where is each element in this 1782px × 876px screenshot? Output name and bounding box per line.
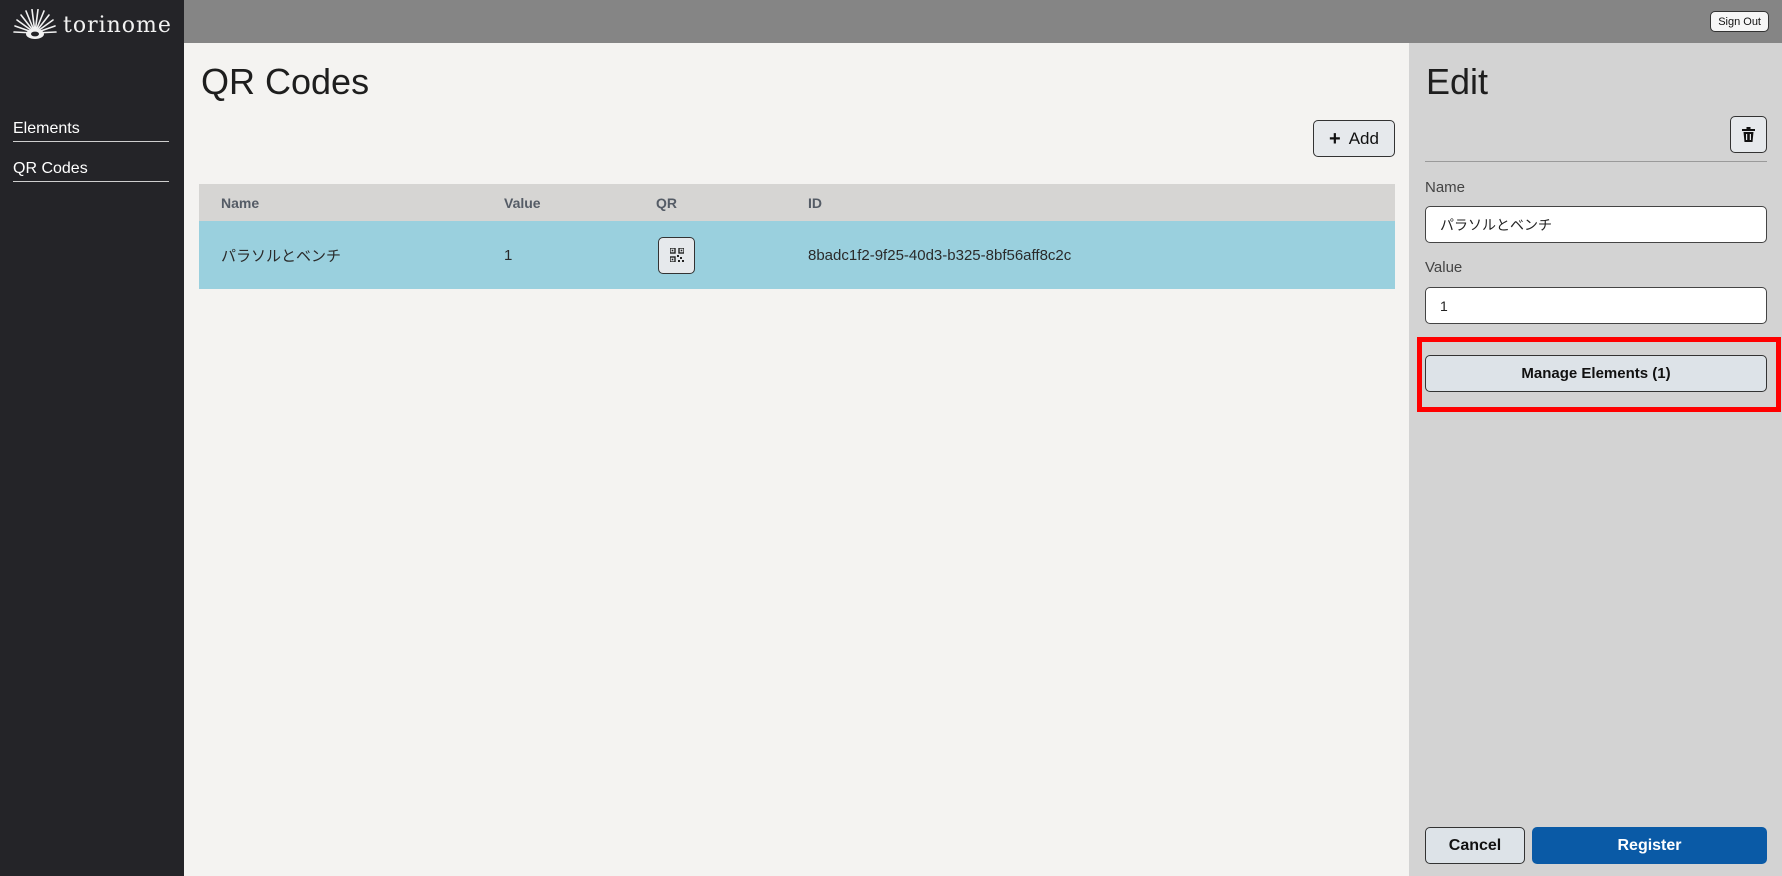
table-row[interactable]: パラソルとベンチ 1 8badc1f2-9f25-40d3-b325-8bf56…	[199, 221, 1395, 289]
register-button[interactable]: Register	[1532, 827, 1767, 864]
cancel-button[interactable]: Cancel	[1425, 827, 1525, 864]
logo-text: torinome	[63, 12, 172, 38]
page-title: QR Codes	[201, 61, 370, 102]
plus-icon: +	[1329, 127, 1341, 150]
column-header-value[interactable]: Value	[504, 195, 656, 211]
top-bar: Sign Out	[184, 0, 1782, 43]
column-header-name[interactable]: Name	[199, 195, 504, 211]
add-button-label: Add	[1348, 128, 1379, 148]
logo-icon	[13, 9, 57, 39]
row-name: パラソルとベンチ	[221, 247, 342, 265]
value-input[interactable]	[1425, 287, 1767, 324]
edit-panel: Edit Name Value Manage Elements (1) Canc…	[1409, 43, 1782, 876]
row-qr-cell	[656, 236, 808, 274]
main-content: QR Codes + Add Name Value QR ID パラソルとベンチ…	[184, 43, 1409, 876]
add-button[interactable]: + Add	[1313, 120, 1395, 157]
table-header: Name Value QR ID	[199, 184, 1395, 221]
sign-out-button[interactable]: Sign Out	[1710, 11, 1769, 32]
sidebar: torinome Elements QR Codes	[0, 0, 184, 876]
sidebar-item-elements[interactable]: Elements	[13, 118, 169, 142]
delete-button[interactable]	[1730, 116, 1767, 153]
row-id: 8badc1f2-9f25-40d3-b325-8bf56aff8c2c	[808, 246, 1072, 264]
name-input[interactable]	[1425, 206, 1767, 243]
divider	[1425, 161, 1767, 162]
column-header-qr[interactable]: QR	[656, 195, 808, 211]
value-label: Value	[1425, 259, 1463, 276]
panel-title: Edit	[1426, 61, 1489, 102]
qr-code-button[interactable]	[658, 236, 695, 274]
qr-codes-table: Name Value QR ID パラソルとベンチ 1 8badc1f2-9f2…	[199, 184, 1395, 289]
name-label: Name	[1425, 179, 1466, 196]
sidebar-item-qr-codes[interactable]: QR Codes	[13, 158, 169, 182]
column-header-id[interactable]: ID	[808, 195, 1395, 211]
logo[interactable]: torinome	[12, 7, 172, 43]
row-value: 1	[504, 246, 513, 264]
sidebar-nav: Elements QR Codes	[13, 118, 169, 198]
trash-icon	[1742, 127, 1755, 142]
qr-icon	[669, 248, 684, 262]
manage-elements-button[interactable]: Manage Elements (1)	[1425, 355, 1767, 392]
